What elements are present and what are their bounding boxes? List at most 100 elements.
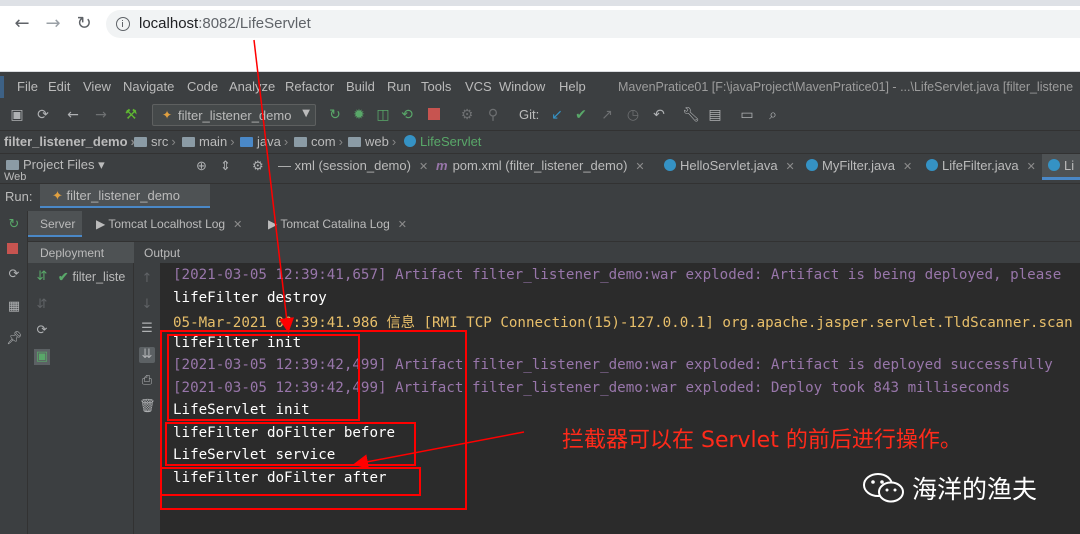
breadcrumb-src[interactable]: src › [134, 134, 179, 149]
refresh-icon[interactable]: ⟳ [34, 323, 50, 339]
deployment-output-header: Deployment Output [28, 241, 1080, 264]
scroll-up-icon[interactable]: ↑ [139, 271, 155, 287]
run-label: Run: [5, 189, 33, 204]
tab-lifeservlet: Li [1048, 158, 1074, 173]
forward-button[interactable]: → [43, 14, 63, 34]
tab-pom-xml[interactable]: m pom.xml (filter_listener_demo) ✕ [436, 158, 645, 173]
back-arrow-icon[interactable]: ← [64, 106, 82, 124]
address-bar[interactable]: localhost:8082/LifeServlet [106, 10, 1080, 38]
server-icon[interactable]: ▣ [34, 349, 50, 365]
breadcrumb-web[interactable]: web › [348, 134, 399, 149]
pin-icon[interactable]: 📌︎ [6, 331, 23, 347]
build-hammer-icon[interactable]: ⚒ [122, 106, 140, 124]
stop-icon[interactable] [428, 108, 440, 120]
close-icon[interactable]: ✕ [419, 161, 428, 173]
sync-icon[interactable]: ⟳ [34, 106, 52, 124]
deployment-pane: ⇵ ✔ filter_liste ⇵ ⟳ ▣ [28, 263, 134, 534]
run-tab-filter-listener-demo[interactable]: ✦ filter_listener_demo [40, 184, 210, 208]
info-icon[interactable] [116, 17, 130, 31]
attach-icon[interactable]: ⚙ [458, 106, 476, 124]
close-icon[interactable]: ✕ [635, 161, 644, 173]
rerun-icon[interactable]: ↻ [6, 217, 22, 233]
menu-navigate[interactable]: Navigate [123, 79, 174, 94]
menu-vcs[interactable]: VCS [465, 79, 492, 94]
presentation-icon[interactable]: ▭ [738, 106, 756, 124]
highlight-box-after [160, 467, 421, 496]
stop-icon[interactable] [7, 243, 18, 254]
git-push-icon[interactable]: ↗ [598, 106, 616, 124]
close-icon[interactable]: ✕ [398, 219, 407, 231]
menu-analyze[interactable]: Analyze [229, 79, 275, 94]
print-icon[interactable]: ⎙ [139, 373, 155, 389]
git-commit-icon[interactable]: ✔ [572, 106, 590, 124]
menu-window[interactable]: Window [499, 79, 545, 94]
rollback-icon[interactable]: ↶ [650, 106, 668, 124]
close-icon[interactable]: ✕ [786, 161, 795, 173]
menu-file[interactable]: File [17, 79, 38, 94]
profile-icon[interactable]: ⟲ [398, 106, 416, 124]
deployment-artifact[interactable]: ✔ filter_liste [58, 269, 125, 284]
history-clock-icon[interactable]: ◷ [624, 106, 642, 124]
url-text[interactable]: localhost:8082/LifeServlet [139, 15, 311, 32]
save-icon[interactable]: ▣ [8, 106, 26, 124]
back-button[interactable]: ← [12, 14, 32, 34]
breadcrumb-lifeservlet[interactable]: LifeServlet [404, 134, 481, 149]
soft-wrap-icon[interactable]: ☰ [139, 321, 155, 337]
menu-build[interactable]: Build [346, 79, 375, 94]
close-icon[interactable]: ✕ [903, 161, 912, 173]
breadcrumb-web-label: web [365, 134, 389, 149]
scroll-down-icon[interactable]: ↓ [139, 297, 155, 313]
menu-view[interactable]: View [83, 79, 111, 94]
tomcat-icon: ✦ [52, 188, 63, 203]
update-icon[interactable]: ⟳ [6, 267, 22, 283]
tab-helloservlet[interactable]: HelloServlet.java ✕ [664, 158, 795, 173]
class-icon [806, 159, 818, 171]
tab-lifefilter[interactable]: LifeFilter.java ✕ [926, 158, 1036, 173]
undeploy-icon[interactable]: ⇵ [34, 297, 50, 313]
tab-label: xml (session_demo) [294, 158, 411, 173]
breadcrumb-main[interactable]: main › [182, 134, 238, 149]
run-config-select[interactable]: ✦ filter_listener_demo ▼ [152, 104, 316, 126]
tab-session-demo-xml[interactable]: — xml (session_demo) ✕ [278, 158, 428, 173]
menu-edit[interactable]: Edit [48, 79, 70, 94]
debug-bug-icon[interactable]: ✹ [350, 106, 368, 124]
menu-code[interactable]: Code [187, 79, 218, 94]
tab-myfilter[interactable]: MyFilter.java ✕ [806, 158, 912, 173]
folder-icon [6, 160, 19, 170]
deploy-arrow-icon[interactable]: ⇵ [34, 269, 50, 285]
tab-label: Li [1064, 158, 1075, 173]
search-icon[interactable]: ⌕ [764, 106, 782, 124]
layout-icon[interactable]: ▦ [6, 299, 22, 315]
breadcrumb-com-label: com [311, 134, 336, 149]
settings-gear-icon[interactable]: ⚙ [252, 158, 264, 174]
breadcrumb-com[interactable]: com › [294, 134, 346, 149]
menu-refactor[interactable]: Refactor [285, 79, 334, 94]
tab-tomcat-catalina-log[interactable]: ▶ Tomcat Catalina Log ✕ [268, 217, 407, 231]
close-icon[interactable]: ✕ [1027, 161, 1036, 173]
menu-tools[interactable]: Tools [421, 79, 451, 94]
breadcrumb-java[interactable]: java › [240, 134, 291, 149]
tab-server[interactable]: Server [28, 211, 82, 237]
menu-run[interactable]: Run [387, 79, 411, 94]
class-icon [404, 135, 416, 147]
git-update-icon[interactable]: ↙ [548, 106, 566, 124]
scroll-to-end-icon[interactable]: ⇊ [139, 347, 155, 363]
tab-lifeservlet-active[interactable]: Li [1042, 154, 1080, 180]
rerun-icon[interactable]: ↻ [326, 106, 344, 124]
console-gutter: ↑ ↓ ☰ ⇊ ⎙ 🗑︎ [134, 263, 160, 534]
reload-button[interactable]: ↻ [74, 14, 94, 34]
menu-help[interactable]: Help [559, 79, 586, 94]
close-icon[interactable]: ✕ [233, 219, 242, 231]
forward-arrow-icon[interactable]: → [92, 106, 110, 124]
project-structure-icon[interactable]: ▤ [706, 106, 724, 124]
wrench-icon[interactable]: 🔧︎ [682, 106, 700, 124]
browser-tab-strip [0, 0, 1080, 6]
run-coverage-icon[interactable]: ◫ [374, 106, 392, 124]
tab-tomcat-localhost-log[interactable]: ▶ Tomcat Localhost Log ✕ [96, 217, 242, 231]
breadcrumb-project[interactable]: filter_listener_demo › [4, 134, 138, 149]
locate-icon[interactable]: ⊕ [196, 158, 207, 174]
trash-icon[interactable]: 🗑︎ [139, 399, 156, 415]
collapse-icon[interactable]: ⇕ [220, 158, 231, 174]
class-icon [926, 159, 938, 171]
search-structure-icon[interactable]: ⚲ [484, 106, 502, 124]
